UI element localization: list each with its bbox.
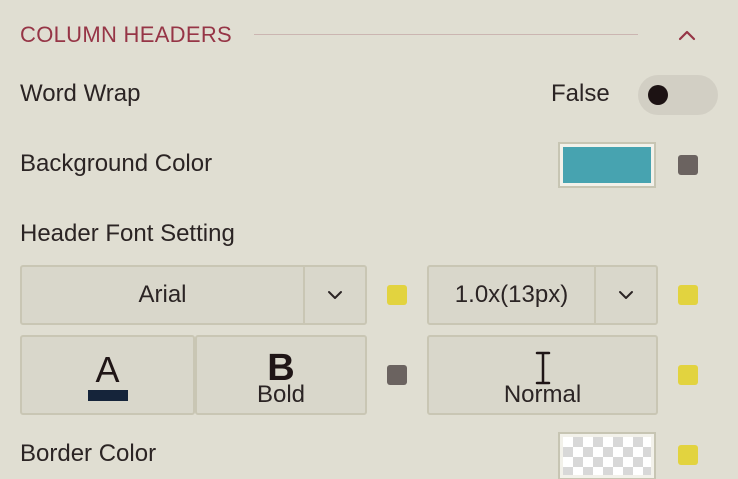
background-color-label: Background Color (20, 150, 213, 177)
chevron-down-icon (328, 291, 342, 299)
font-color-glyph: A (95, 349, 120, 390)
font-weight-indicator[interactable] (387, 365, 407, 385)
font-weight-button[interactable]: B Bold (195, 335, 367, 415)
chevron-down-icon (619, 291, 633, 299)
background-color-swatch-fill (563, 147, 651, 183)
font-size-dropdown[interactable]: 1.0x(13px) (427, 265, 658, 325)
chevron-up-icon (678, 30, 696, 41)
section-divider (254, 34, 638, 35)
word-wrap-toggle[interactable] (638, 75, 718, 115)
header-font-setting-label: Header Font Setting (20, 220, 235, 247)
font-family-caret[interactable] (303, 267, 365, 323)
font-style-button[interactable]: Normal (427, 335, 658, 415)
section-header: COLUMN HEADERS (20, 18, 710, 52)
section-title: COLUMN HEADERS (20, 22, 233, 47)
border-color-label: Border Color (20, 440, 157, 467)
background-color-swatch[interactable] (558, 142, 656, 188)
font-style-indicator[interactable] (678, 365, 698, 385)
font-family-value: Arial (138, 281, 187, 308)
font-family-indicator[interactable] (387, 285, 407, 305)
background-color-indicator[interactable] (678, 155, 698, 175)
word-wrap-state: False (551, 80, 610, 107)
font-size-caret[interactable] (594, 267, 656, 323)
font-size-indicator[interactable] (678, 285, 698, 305)
font-color-underline (88, 390, 128, 401)
border-color-indicator[interactable] (678, 445, 698, 465)
word-wrap-label: Word Wrap (20, 80, 141, 107)
font-weight-caption: Bold (256, 381, 306, 408)
font-size-value: 1.0x(13px) (454, 281, 569, 308)
toggle-knob (648, 85, 668, 105)
transparent-swatch-fill (563, 437, 651, 475)
text-cursor-icon (535, 351, 551, 385)
font-style-caption: Normal (503, 381, 582, 408)
font-family-dropdown[interactable]: Arial (20, 265, 367, 325)
collapse-section-button[interactable] (672, 20, 702, 50)
border-color-swatch[interactable] (558, 432, 656, 479)
font-color-button[interactable]: A (20, 335, 195, 415)
column-headers-panel: COLUMN HEADERS Word Wrap False Backgroun… (0, 0, 738, 479)
